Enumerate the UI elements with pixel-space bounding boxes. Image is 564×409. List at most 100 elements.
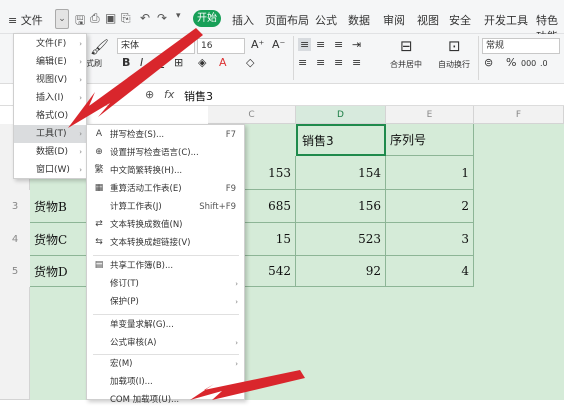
formula-input[interactable]: 销售3: [184, 88, 213, 104]
font-name-select[interactable]: 宋体: [117, 38, 195, 54]
menu-item-file[interactable]: 文件(F) ›: [14, 35, 86, 53]
tab-data[interactable]: 数据: [348, 12, 370, 28]
menu-item-chinese-convert[interactable]: 繁中文简繁转换(H)...: [87, 162, 244, 180]
row-header-5[interactable]: 5: [0, 256, 30, 287]
column-header-f[interactable]: F: [474, 106, 564, 124]
chevron-right-icon: ›: [79, 94, 82, 102]
column-header-d[interactable]: D: [296, 106, 386, 124]
fill-color-icon[interactable]: ◈: [198, 56, 206, 69]
undo-icon[interactable]: ↶: [140, 11, 150, 25]
merge-center-label[interactable]: 合并居中: [390, 59, 422, 70]
menu-item-window[interactable]: 窗口(W) ›: [14, 161, 86, 179]
decrease-font-button[interactable]: A⁻: [272, 38, 285, 51]
menu-item-insert[interactable]: 插入(I) ›: [14, 89, 86, 107]
ribbon-divider: [478, 36, 479, 80]
dropdown-icon[interactable]: ▾: [176, 11, 181, 21]
currency-icon[interactable]: ⊜: [484, 56, 493, 69]
menu-item-goal-seek[interactable]: 单变量求解(G)...: [87, 316, 244, 334]
align-left-icon[interactable]: ≡: [298, 56, 307, 69]
recalc-icon: ▦: [94, 183, 104, 193]
cell-d[interactable]: 156: [296, 190, 386, 223]
file-dropdown-menu: 文件(F) › 编辑(E) › 视图(V) › 插入(I) › 格式(O) › 工具(T)…: [13, 33, 87, 179]
save-icon[interactable]: 🖫: [75, 11, 85, 32]
redo-icon[interactable]: ↷: [157, 11, 167, 25]
menu-item-protect[interactable]: 保护(P) ›: [87, 293, 244, 311]
menu-item-spellcheck[interactable]: A 拼写检查(S)... F7: [87, 126, 244, 144]
tab-view[interactable]: 视图: [417, 12, 439, 28]
tools-submenu: A 拼写检查(S)... F7 ⊕ 设置拼写检查语言(C)... 繁中文简繁转换(H)…: [86, 124, 245, 405]
cell-e[interactable]: 1: [386, 156, 474, 190]
convert-link-icon: ⇆: [95, 237, 103, 247]
indent-icon[interactable]: ⇥: [352, 38, 361, 51]
menu-item-tools[interactable]: 工具(T) ›: [14, 125, 86, 143]
underline-button[interactable]: U: [156, 56, 164, 69]
chevron-right-icon: ›: [79, 130, 82, 138]
align-bottom-icon[interactable]: ≡: [334, 38, 343, 51]
tab-developer[interactable]: 开发工具: [484, 12, 528, 28]
file-menu-button[interactable]: ≡ 文件: [8, 12, 43, 28]
cell-d2-selected[interactable]: 销售3: [296, 124, 386, 156]
print-icon[interactable]: ⎙: [90, 11, 100, 26]
fx-icon[interactable]: fx: [164, 88, 174, 101]
tab-insert[interactable]: 插入: [232, 12, 254, 28]
menu-item-revisions[interactable]: 修订(T) ›: [87, 275, 244, 293]
cell-d[interactable]: 92: [296, 256, 386, 287]
tab-start[interactable]: 开始: [193, 10, 221, 27]
bold-button[interactable]: B: [122, 56, 130, 69]
format-painter-icon[interactable]: 🖌: [90, 38, 109, 56]
cell-e[interactable]: 3: [386, 223, 474, 256]
tab-review[interactable]: 审阅: [383, 12, 405, 28]
print-preview-icon[interactable]: ▣: [105, 11, 116, 25]
menu-item-share-workbook[interactable]: ▤ 共享工作簿(B)...: [87, 257, 244, 275]
justify-icon[interactable]: ≡: [352, 56, 361, 69]
tab-formula[interactable]: 公式: [315, 12, 337, 28]
italic-button[interactable]: I: [140, 56, 143, 69]
wrap-text-icon[interactable]: ⊡: [448, 37, 461, 55]
wrap-text-label[interactable]: 自动换行: [438, 59, 470, 70]
row-header-3[interactable]: 3: [0, 190, 30, 223]
cell-e2[interactable]: 序列号: [386, 124, 474, 156]
cell-e[interactable]: 2: [386, 190, 474, 223]
align-top-icon[interactable]: ≡: [298, 38, 312, 51]
menu-item-formula-audit[interactable]: 公式审核(A) ›: [87, 334, 244, 352]
menu-item-addins[interactable]: 加载项(I)...: [87, 373, 244, 391]
menu-item-view[interactable]: 视图(V) ›: [14, 71, 86, 89]
column-header-e[interactable]: E: [386, 106, 474, 124]
align-middle-icon[interactable]: ≡: [316, 38, 325, 51]
font-size-select[interactable]: 16: [197, 38, 245, 54]
number-format-select[interactable]: 常规: [482, 38, 560, 54]
cell-d[interactable]: 523: [296, 223, 386, 256]
comma-button[interactable]: 000: [521, 59, 536, 68]
clear-format-icon[interactable]: ◇: [246, 56, 254, 69]
merge-center-icon[interactable]: ⊟: [400, 37, 413, 55]
menu-item-spell-language[interactable]: ⊕ 设置拼写检查语言(C)...: [87, 144, 244, 162]
cell-d[interactable]: 154: [296, 156, 386, 190]
column-header-c[interactable]: C: [208, 106, 296, 124]
chevron-right-icon: ›: [79, 40, 82, 48]
increase-decimal-button[interactable]: .0: [540, 59, 548, 68]
chevron-right-icon: ›: [235, 360, 238, 368]
percent-button[interactable]: %: [506, 56, 516, 69]
menu-item-recalc-sheet[interactable]: ▦ 重算活动工作表(E) F9: [87, 180, 244, 198]
zoom-icon[interactable]: ⊕: [145, 88, 154, 101]
export-pdf-icon[interactable]: ⎘: [121, 11, 131, 26]
row-header-4[interactable]: 4: [0, 223, 30, 256]
menu-item-text-to-number[interactable]: ⇄ 文本转换成数值(N): [87, 216, 244, 234]
menu-item-macro[interactable]: 宏(M) ›: [87, 355, 244, 373]
tab-page-layout[interactable]: 页面布局: [265, 12, 309, 28]
cell-e[interactable]: 4: [386, 256, 474, 287]
align-right-icon[interactable]: ≡: [334, 56, 343, 69]
align-center-icon[interactable]: ≡: [316, 56, 325, 69]
menu-item-format[interactable]: 格式(O) ›: [14, 107, 86, 125]
menu-item-com-addins[interactable]: COM 加载项(U)...: [87, 391, 244, 409]
file-menu-dropdown[interactable]: ⌄: [55, 9, 69, 29]
increase-font-button[interactable]: A⁺: [251, 38, 264, 51]
menu-item-calc-sheet[interactable]: 计算工作表(J) Shift+F9: [87, 198, 244, 216]
menu-item-edit[interactable]: 编辑(E) ›: [14, 53, 86, 71]
tab-security[interactable]: 安全: [449, 12, 471, 28]
font-color-icon[interactable]: A: [219, 56, 227, 69]
chevron-right-icon: ›: [79, 58, 82, 66]
menu-item-data[interactable]: 数据(D) ›: [14, 143, 86, 161]
menu-item-text-to-link[interactable]: ⇆ 文本转换成超链接(V): [87, 234, 244, 252]
border-icon[interactable]: ⊞: [174, 56, 183, 69]
